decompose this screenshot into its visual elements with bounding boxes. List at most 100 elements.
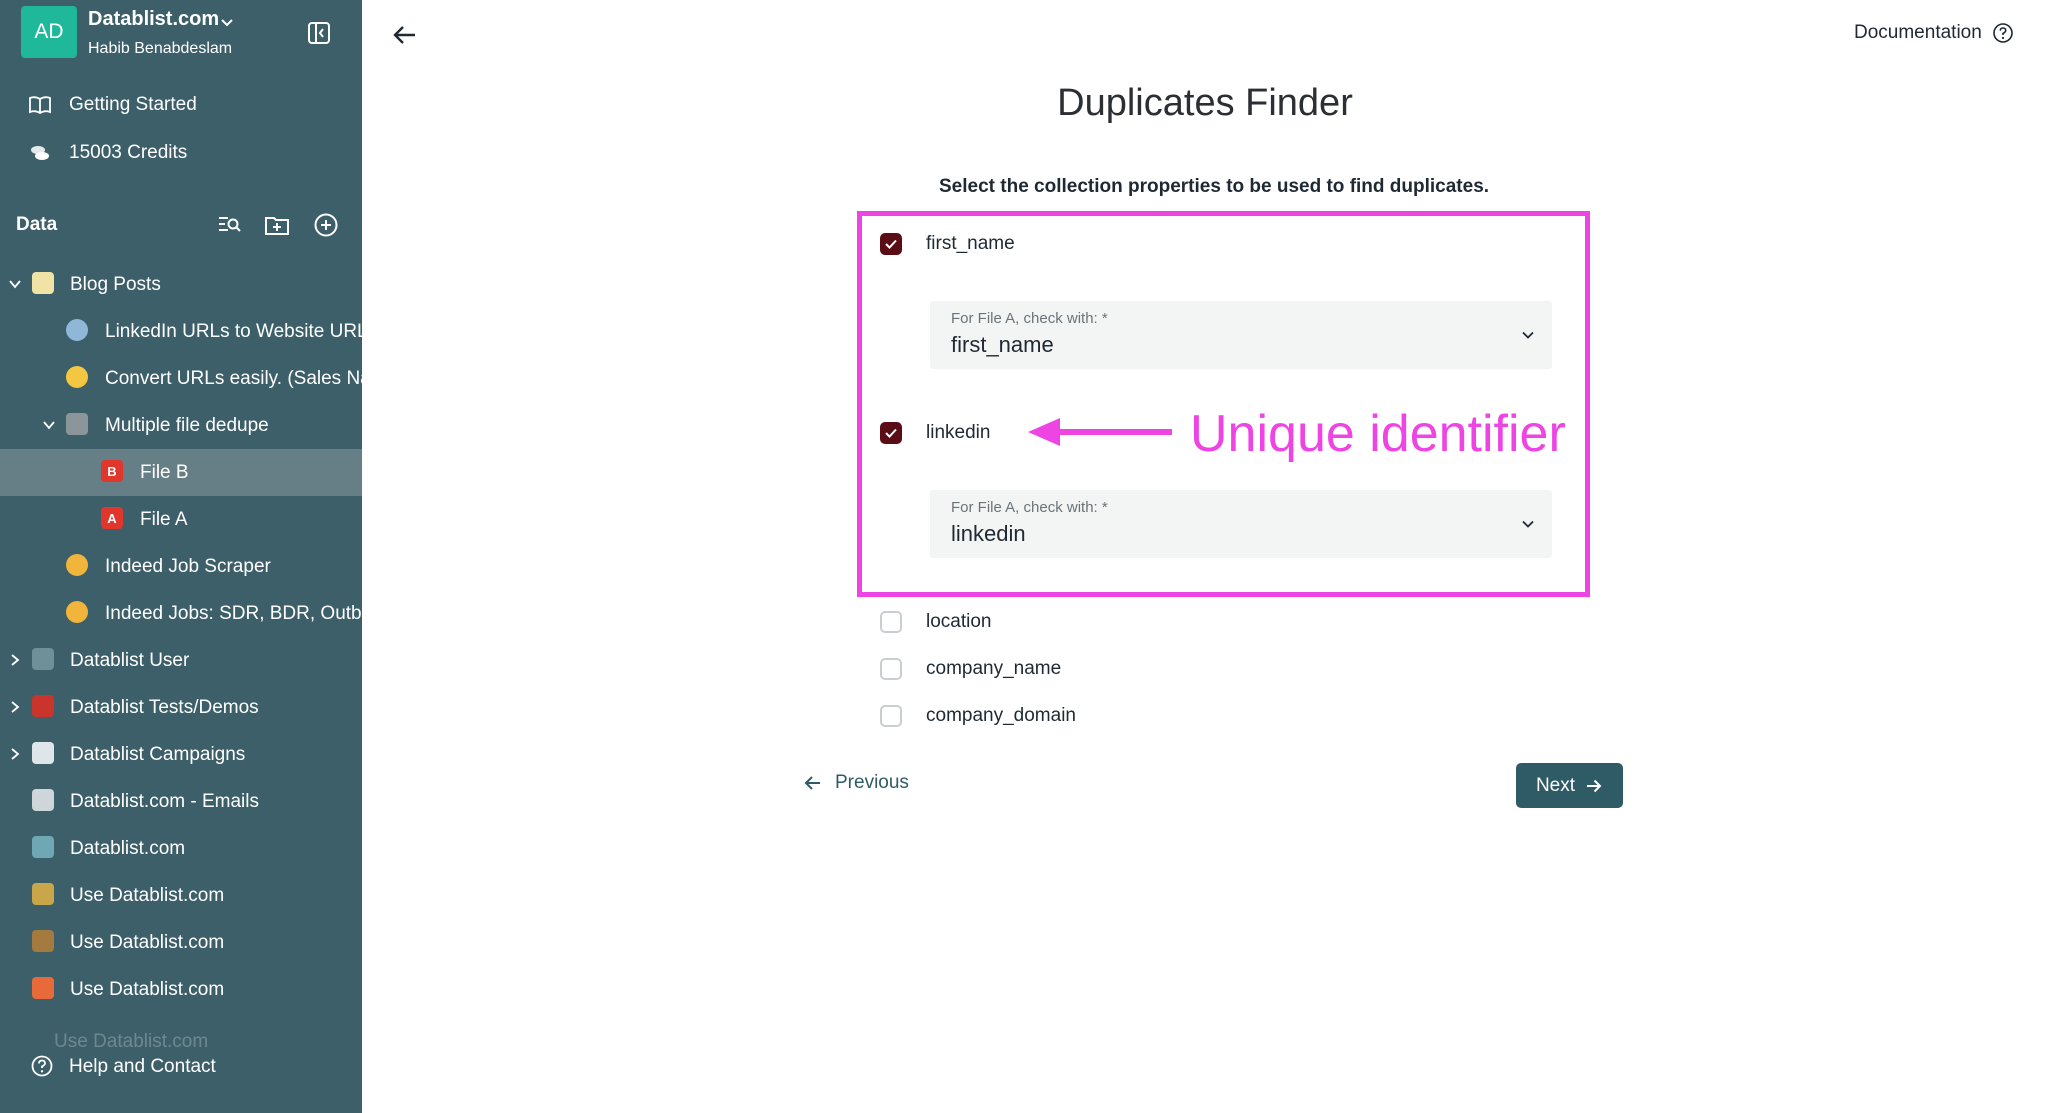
sprout-icon (32, 836, 54, 858)
match-select-first-name[interactable]: For File A, check with: * first_name (930, 301, 1552, 369)
tree-item-indeed-jobs[interactable]: Indeed Jobs: SDR, BDR, Outbound (0, 590, 362, 637)
tree-label: Datablist.com - Emails (70, 791, 259, 812)
collapse-sidebar-icon[interactable] (306, 20, 332, 46)
chevron-down-icon[interactable] (219, 14, 235, 30)
help-icon (31, 1055, 53, 1077)
tree-label: Datablist User (70, 650, 190, 671)
workspace-name[interactable]: Datablist.com (88, 8, 219, 31)
checkbox-checked[interactable] (880, 422, 902, 444)
tree-label: LinkedIn URLs to Website URLs (105, 321, 362, 342)
globe-icon (66, 319, 88, 341)
sparkles-icon (32, 648, 54, 670)
tree-item-datablist-tests[interactable]: Datablist Tests/Demos (0, 684, 362, 731)
checkbox-checked[interactable] (880, 233, 902, 255)
arrow-right-icon (1587, 779, 1602, 792)
arrow-left-icon (804, 776, 820, 790)
match-select-linkedin[interactable]: For File A, check with: * linkedin (930, 490, 1552, 558)
tree-item-file-a[interactable]: A File A (0, 496, 362, 543)
help-icon (1992, 23, 2013, 43)
instructions-text: Select the collection properties to be u… (939, 176, 1490, 197)
workspace-switcher[interactable]: AD Datablist.com Habib Benabdeslam (21, 6, 351, 58)
tree-label: Use Datablist.com (70, 979, 225, 1000)
checkbox-unchecked[interactable] (880, 658, 902, 680)
previous-label: Previous (835, 772, 909, 793)
tree-item-convert-urls[interactable]: Convert URLs easily. (Sales Navigator) (0, 355, 362, 402)
tree-item-indeed-scraper[interactable]: Indeed Job Scraper (0, 543, 362, 590)
tree-label: Use Datablist.com (70, 932, 225, 953)
horse-icon (32, 883, 54, 905)
chevron-down-icon (1522, 331, 1534, 339)
chevron-right-icon[interactable] (8, 747, 22, 761)
tree-label: File B (140, 462, 189, 483)
memo-icon (32, 272, 54, 294)
avatar: AD (21, 6, 77, 58)
chevron-right-icon[interactable] (8, 700, 22, 714)
tree-item-datablist-emails[interactable]: Datablist.com - Emails (0, 778, 362, 825)
nav-credits[interactable]: 15003 Credits (0, 130, 362, 176)
tree-item-linkedin-urls[interactable]: LinkedIn URLs to Website URLs (0, 308, 362, 355)
property-location[interactable]: location (880, 607, 992, 637)
tree-item-datablist-user[interactable]: Datablist User (0, 637, 362, 684)
wave-icon (32, 789, 54, 811)
property-company-domain[interactable]: company_domain (880, 701, 1076, 731)
previous-button[interactable]: Previous (803, 772, 909, 794)
tree-label: File A (140, 509, 188, 530)
chevron-right-icon[interactable] (8, 653, 22, 667)
chevron-down-icon[interactable] (42, 418, 56, 432)
nav-label: 15003 Credits (69, 142, 188, 163)
tree-label: Convert URLs easily. (Sales Navigator) (105, 368, 362, 389)
select-value: linkedin (951, 521, 1026, 546)
next-button[interactable]: Next (1516, 763, 1623, 808)
chevron-down-icon (1522, 520, 1534, 528)
search-collections-icon[interactable] (216, 212, 242, 238)
checkbox-unchecked[interactable] (880, 705, 902, 727)
page-title: Duplicates Finder (1057, 82, 1353, 124)
coins-icon (31, 146, 49, 160)
help-label: Help and Contact (69, 1056, 216, 1077)
documentation-label: Documentation (1854, 22, 1982, 43)
checkbox-unchecked[interactable] (880, 611, 902, 633)
new-folder-icon[interactable] (264, 212, 290, 238)
documentation-link[interactable]: Documentation (1854, 22, 2014, 44)
sidebar: AD Datablist.com Habib Benabdeslam Getti… (0, 0, 362, 1113)
letter-b-icon: B (101, 460, 123, 482)
tree-label: Datablist Tests/Demos (70, 697, 259, 718)
select-label: For File A, check with: * (951, 310, 1108, 327)
select-value: first_name (951, 332, 1054, 357)
property-linkedin[interactable]: linkedin (880, 418, 990, 448)
property-label: first_name (926, 233, 1015, 254)
checkmark-icon (885, 428, 897, 438)
chevron-down-icon[interactable] (8, 277, 22, 291)
tree-label: Blog Posts (70, 274, 161, 295)
tree-item-use-datablist-1[interactable]: Use Datablist.com (0, 872, 362, 919)
tree-item-use-datablist-3[interactable]: Use Datablist.com (0, 966, 362, 1013)
property-label: linkedin (926, 422, 991, 443)
tree-item-datablist-com[interactable]: Datablist.com (0, 825, 362, 872)
property-first-name[interactable]: first_name (880, 229, 1015, 259)
add-collection-icon[interactable] (313, 212, 339, 238)
property-label: company_name (926, 658, 1062, 679)
people-icon (32, 930, 54, 952)
select-label: For File A, check with: * (951, 499, 1108, 516)
help-and-contact[interactable]: Help and Contact (0, 1044, 362, 1090)
back-arrow-icon[interactable] (390, 20, 420, 50)
data-heading: Data (16, 214, 58, 235)
waving-hand-icon (66, 601, 88, 623)
tree-item-file-b[interactable]: B File B (0, 449, 362, 496)
tree-item-datablist-campaigns[interactable]: Datablist Campaigns (0, 731, 362, 778)
property-company-name[interactable]: company_name (880, 654, 1061, 684)
tree-label: Datablist.com (70, 838, 186, 859)
tree-label: Indeed Jobs: SDR, BDR, Outbound (105, 603, 362, 624)
exclamation-icon (32, 695, 54, 717)
tree-label: Indeed Job Scraper (105, 556, 271, 577)
tree-item-use-datablist-2[interactable]: Use Datablist.com (0, 919, 362, 966)
smiley-icon (66, 366, 88, 388)
next-label: Next (1535, 774, 1576, 796)
waving-hand-icon (66, 554, 88, 576)
tree-item-blog-posts[interactable]: Blog Posts (0, 261, 362, 308)
data-section-header: Data (0, 205, 362, 245)
property-label: company_domain (926, 705, 1076, 726)
workspace-user: Habib Benabdeslam (88, 40, 233, 57)
tree-label: Multiple file dedupe (105, 415, 269, 436)
tree-item-multiple-file-dedupe[interactable]: Multiple file dedupe (0, 402, 362, 449)
